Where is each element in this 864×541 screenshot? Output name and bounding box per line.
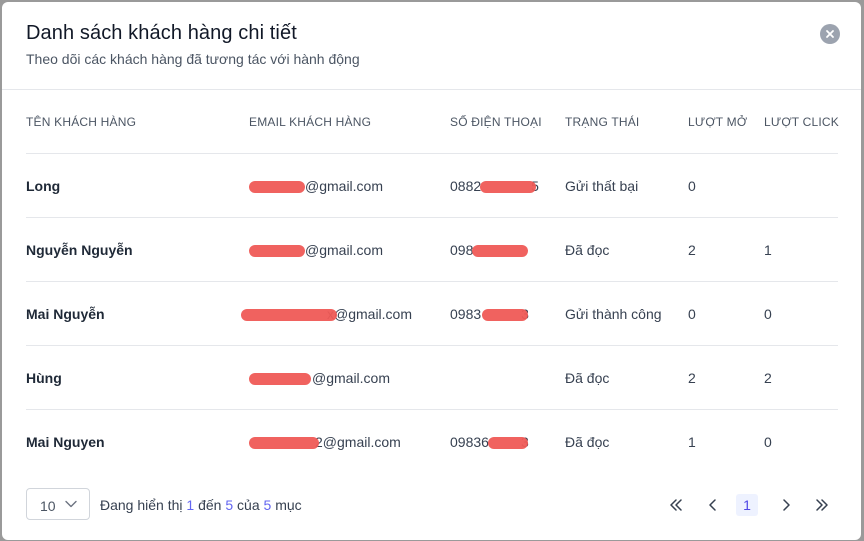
redaction-mark — [241, 309, 337, 321]
table-row: Nguyễn Nguyễn @gmail.com 098 Đã đọc 2 1 — [26, 218, 838, 282]
opens-count: 0 — [688, 306, 696, 322]
customer-name: Mai Nguyễn — [26, 306, 105, 322]
email-text: @gmail.com — [305, 242, 384, 258]
table-row: Mai Nguyễn x@gmail.com 09833 Gửi thành c… — [26, 282, 838, 346]
column-header-clicks: LƯỢT CLICK — [764, 115, 840, 129]
customer-name: Mai Nguyen — [26, 434, 105, 450]
double-chevron-right-icon — [816, 499, 828, 511]
last-page-button[interactable] — [812, 495, 832, 515]
summary-unit: mục — [275, 497, 302, 513]
table-footer: 10 Đang hiển thị 1 đến 5 của 5 mục 1 — [26, 488, 838, 522]
email-text: @gmail.com — [312, 370, 391, 386]
status-text: Đã đọc — [565, 434, 610, 450]
status-text: Đã đọc — [565, 370, 610, 386]
email-text: x@gmail.com — [327, 306, 413, 322]
summary-from: 1 — [186, 497, 195, 513]
phone-prefix: 09836 — [450, 434, 489, 450]
phone-prefix: 098 — [450, 242, 474, 258]
opens-count: 2 — [688, 242, 696, 258]
pagination-summary: Đang hiển thị 1 đến 5 của 5 mục — [100, 497, 302, 513]
customer-phone: 09833 — [450, 306, 529, 322]
modal-header: Danh sách khách hàng chi tiết Theo dõi c… — [2, 2, 861, 90]
redaction-mark — [480, 181, 536, 193]
customer-email: @gmail.com — [249, 242, 383, 258]
customer-table: TÊN KHÁCH HÀNG EMAIL KHÁCH HÀNG SỐ ĐIỆN … — [26, 90, 840, 474]
chevron-down-icon — [65, 500, 77, 508]
clicks-count: 0 — [764, 306, 772, 322]
table-row: Hùng @gmail.com Đã đọc 2 2 — [26, 346, 838, 410]
page-size-select[interactable]: 10 — [26, 488, 90, 520]
summary-of-word: của — [237, 497, 260, 513]
close-button[interactable] — [820, 24, 840, 44]
customer-name: Hùng — [26, 370, 62, 386]
clicks-count: 0 — [764, 434, 772, 450]
status-text: Đã đọc — [565, 242, 610, 258]
column-header-email: EMAIL KHÁCH HÀNG — [249, 115, 372, 129]
customer-detail-modal: Danh sách khách hàng chi tiết Theo dõi c… — [2, 2, 861, 540]
customer-email: 2@gmail.com — [249, 434, 401, 450]
customer-email: @gmail.com — [249, 178, 383, 194]
email-text: @gmail.com — [305, 178, 384, 194]
table-row: Mai Nguyen 2@gmail.com 098363 Đã đọc 1 0 — [26, 410, 838, 474]
column-header-status: TRẠNG THÁI — [565, 115, 640, 129]
summary-total: 5 — [263, 497, 272, 513]
double-chevron-left-icon — [670, 499, 682, 511]
table-row: Long @gmail.com 08825 Gửi thất bại 0 — [26, 154, 838, 218]
redaction-mark — [472, 245, 528, 257]
next-page-button[interactable] — [776, 495, 796, 515]
chevron-left-icon — [709, 499, 716, 511]
redaction-mark — [488, 437, 528, 449]
email-text: 2@gmail.com — [315, 434, 401, 450]
clicks-count: 1 — [764, 242, 772, 258]
redaction-mark — [249, 181, 305, 193]
modal-subtitle: Theo dõi các khách hàng đã tương tác với… — [26, 51, 360, 67]
customer-phone: 098363 — [450, 434, 529, 450]
page-button-current[interactable]: 1 — [736, 494, 758, 516]
customer-name: Nguyễn Nguyễn — [26, 242, 133, 258]
summary-prefix: Đang hiển thị — [100, 497, 183, 513]
page-size-value: 10 — [40, 498, 56, 514]
phone-prefix: 0983 — [450, 306, 482, 322]
column-header-opens: LƯỢT MỞ — [688, 115, 748, 129]
column-header-phone: SỐ ĐIỆN THOẠI — [450, 115, 542, 129]
previous-page-button[interactable] — [703, 495, 723, 515]
customer-email: x@gmail.com — [241, 306, 413, 322]
redaction-mark — [249, 373, 311, 385]
opens-count: 0 — [688, 178, 696, 194]
redaction-mark — [249, 245, 305, 257]
customer-phone: 098 — [450, 242, 528, 258]
opens-count: 2 — [688, 370, 696, 386]
first-page-button[interactable] — [666, 495, 686, 515]
customer-email: @gmail.com — [249, 370, 390, 386]
redaction-mark — [249, 437, 319, 449]
summary-to: 5 — [225, 497, 234, 513]
table-header: TÊN KHÁCH HÀNG EMAIL KHÁCH HÀNG SỐ ĐIỆN … — [26, 90, 840, 154]
chevron-right-icon — [783, 499, 790, 511]
customer-name: Long — [26, 178, 61, 194]
summary-to-word: đến — [198, 497, 222, 513]
clicks-count: 2 — [764, 370, 772, 386]
status-text: Gửi thành công — [565, 306, 662, 322]
phone-prefix: 0882 — [450, 178, 482, 194]
modal-title: Danh sách khách hàng chi tiết — [26, 22, 297, 44]
status-text: Gửi thất bại — [565, 178, 639, 194]
redaction-mark — [482, 309, 528, 321]
close-icon — [826, 30, 834, 38]
column-header-name: TÊN KHÁCH HÀNG — [26, 115, 137, 129]
customer-phone: 08825 — [450, 178, 545, 194]
opens-count: 1 — [688, 434, 696, 450]
